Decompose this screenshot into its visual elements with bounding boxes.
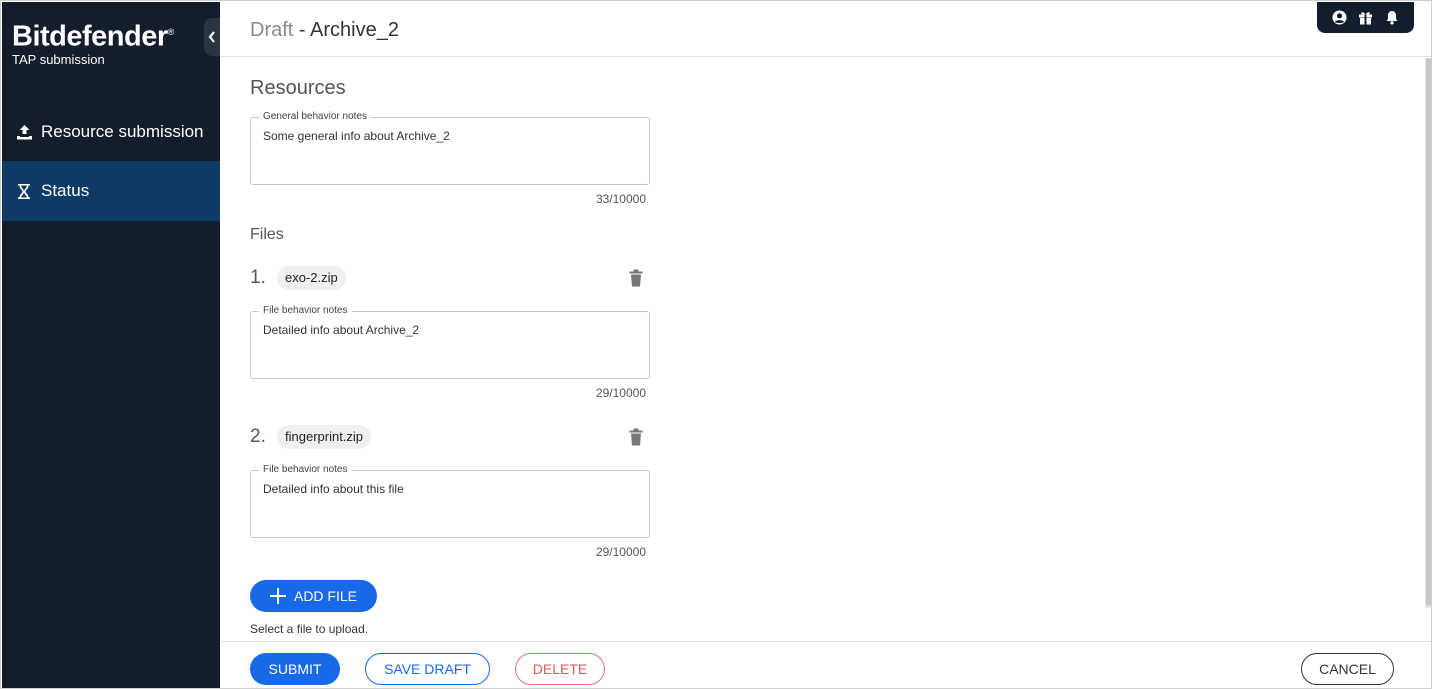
files-title: Files [250,226,284,243]
add-file-label: ADD FILE [293,588,357,604]
file-chip: fingerprint.zip [277,425,372,449]
brand-logo: Bitdefender® [12,15,174,54]
bell-icon[interactable] [1384,10,1400,26]
submit-button[interactable]: SUBMIT [250,653,340,685]
main-scrollbar[interactable] [1425,58,1431,608]
file-notes-value: Detailed info about this file [263,482,404,496]
sidebar-item-label: Status [41,181,90,200]
draft-label: Draft [250,19,294,41]
title-separator: - [293,19,311,41]
hourglass-icon [15,182,33,200]
general-notes-counter: 33/10000 [595,192,646,206]
action-footer: SUBMIT SAVE DRAFT DELETE CANCEL [220,641,1431,688]
app-frame: Bitdefender® TAP submission Resource sub… [0,0,1432,689]
add-file-button[interactable]: ADD FILE [250,580,377,612]
file-number: 1. [250,267,266,288]
file-notes-counter: 29/10000 [595,386,646,400]
general-notes-field[interactable]: General behavior notes Some general info… [250,111,650,185]
scrollbar-thumb[interactable] [1426,58,1431,606]
file-notes-field[interactable]: File behavior notes Detailed info about … [250,305,650,379]
cancel-button[interactable]: CANCEL [1301,653,1394,685]
app-subtitle: TAP submission [12,52,105,67]
account-icon[interactable] [1332,10,1348,26]
file-number: 2. [250,426,266,447]
top-toolbar [1317,2,1414,33]
plus-icon [269,588,286,604]
page-header: Draft - Archive_2 [220,2,1431,57]
brand-name: Bitdefender [12,20,168,53]
file-notes-label: File behavior notes [259,305,352,316]
trash-icon [629,428,643,446]
upload-icon [15,123,33,141]
section-title: Resources [250,77,346,99]
delete-file-button[interactable] [628,269,644,287]
collapse-sidebar-button[interactable] [204,18,220,56]
delete-file-button[interactable] [628,428,644,446]
draft-name: Archive_2 [310,19,399,41]
general-notes-value: Some general info about Archive_2 [263,129,450,143]
sidebar-item-status[interactable]: Status [2,161,220,221]
gift-icon[interactable] [1358,10,1374,26]
file-chip: exo-2.zip [277,266,346,290]
sidebar-item-label: Resource submission [41,122,204,141]
file-notes-field[interactable]: File behavior notes Detailed info about … [250,464,650,538]
file-notes-label: File behavior notes [259,464,352,475]
main-content: Resources General behavior notes Some ge… [220,58,1424,640]
file-notes-counter: 29/10000 [595,545,646,559]
upload-helper-text: Select a file to upload. [250,622,369,636]
sidebar-item-resource-submission[interactable]: Resource submission [2,102,220,162]
page-title: Draft - Archive_2 [250,19,399,42]
brand-registered-mark: ® [167,27,175,37]
chevron-left-icon [208,31,215,43]
trash-icon [629,269,643,287]
sidebar: Bitdefender® TAP submission Resource sub… [2,2,220,688]
file-notes-value: Detailed info about Archive_2 [263,323,420,337]
general-notes-label: General behavior notes [259,111,371,122]
save-draft-button[interactable]: SAVE DRAFT [365,653,490,685]
delete-button[interactable]: DELETE [515,653,605,685]
